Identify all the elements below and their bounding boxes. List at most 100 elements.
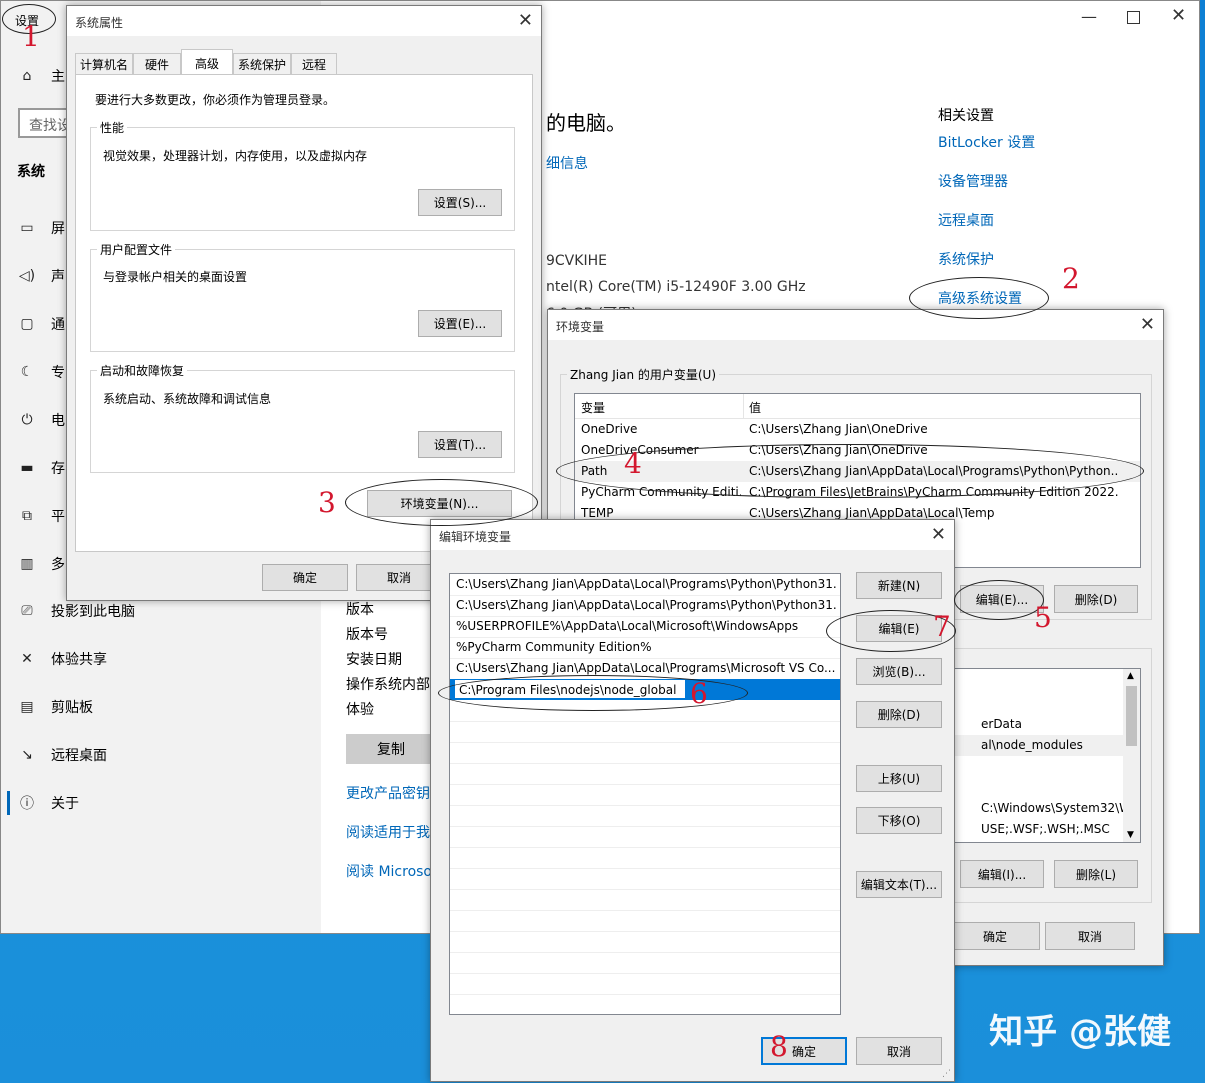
list-item[interactable] xyxy=(450,973,840,995)
details-link[interactable]: 细信息 xyxy=(546,153,588,173)
close-icon[interactable]: ✕ xyxy=(1171,5,1186,26)
settings-link[interactable]: 更改产品密钥 xyxy=(346,783,430,803)
sidebar-item[interactable]: ⓘ 关于 xyxy=(17,791,79,815)
cancel-button[interactable]: 取消 xyxy=(856,1037,942,1065)
startup-settings-button[interactable]: 设置(T)... xyxy=(418,431,502,458)
copy-button[interactable]: 复制 xyxy=(346,734,436,764)
minimize-icon[interactable]: — xyxy=(1081,7,1097,26)
list-item[interactable] xyxy=(450,721,840,743)
browse-button[interactable]: 浏览(B)... xyxy=(856,658,942,685)
group-label: 用户配置文件 xyxy=(97,241,176,258)
sidebar-item[interactable]: ◁) 声 xyxy=(17,264,65,288)
tab-advanced[interactable]: 高级 xyxy=(181,49,233,76)
sidebar-item[interactable]: ▬ 存 xyxy=(17,456,65,480)
list-item[interactable]: C:\Users\Zhang Jian\AppData\Local\Progra… xyxy=(450,595,840,617)
list-item[interactable] xyxy=(450,889,840,911)
list-item[interactable] xyxy=(450,763,840,785)
list-item[interactable] xyxy=(450,784,840,806)
tablet-icon: ⧉ xyxy=(22,508,32,524)
ok-button[interactable]: 确定 xyxy=(262,564,348,591)
move-down-button[interactable]: 下移(O) xyxy=(856,807,942,834)
sidebar-item[interactable]: ▢ 通 xyxy=(17,312,65,336)
settings-link[interactable]: 阅读 Microsof xyxy=(346,861,437,881)
table-row[interactable]: OneDriveConsumer C:\Users\Zhang Jian\OneD… xyxy=(575,440,1140,461)
list-item[interactable] xyxy=(450,742,840,764)
list-item[interactable] xyxy=(450,910,840,932)
close-icon[interactable]: ✕ xyxy=(931,524,946,545)
variable-name: PyCharm Community Editi... xyxy=(581,485,741,499)
list-item[interactable]: C:\Users\Zhang Jian\AppData\Local\Progra… xyxy=(450,658,840,680)
sidebar-item[interactable]: ▤ 剪贴板 xyxy=(17,695,93,719)
related-link[interactable]: 系统保护 xyxy=(938,249,994,269)
edit-user-variable-button[interactable]: 编辑(E)... xyxy=(960,585,1044,613)
list-item[interactable]: %USERPROFILE%\AppData\Local\Microsoft\Wi… xyxy=(450,616,840,638)
variable-value: C:\Windows\System32\Wb... xyxy=(981,801,1131,815)
dialog-titlebar: 系统属性 ✕ xyxy=(67,6,541,36)
edit-system-variable-button[interactable]: 编辑(I)... xyxy=(960,860,1044,888)
list-item[interactable] xyxy=(450,826,840,848)
sidebar-item[interactable]: ⎚ 投影到此电脑 xyxy=(17,599,135,623)
path-entries-list[interactable]: C:\Users\Zhang Jian\AppData\Local\Progra… xyxy=(449,573,841,1015)
list-item[interactable] xyxy=(450,952,840,974)
list-item[interactable] xyxy=(450,847,840,869)
related-link[interactable]: BitLocker 设置 xyxy=(938,132,1035,152)
path-entry-input[interactable]: C:\Program Files\nodejs\node_global xyxy=(454,679,686,699)
close-icon[interactable]: ✕ xyxy=(1140,314,1155,335)
group-desc: 视觉效果，处理器计划，内存使用，以及虚拟内存 xyxy=(103,149,368,163)
table-row[interactable]: PyCharm Community Editi... C:\Program Fil… xyxy=(575,482,1140,503)
edit-button[interactable]: 编辑(E) xyxy=(856,615,942,642)
environment-variables-button[interactable]: 环境变量(N)... xyxy=(367,490,512,517)
sidebar-item-home[interactable]: ⌂ 主 xyxy=(17,64,65,88)
sidebar-item[interactable]: ⧉ 平 xyxy=(17,504,65,528)
profile-settings-button[interactable]: 设置(E)... xyxy=(418,310,502,337)
scrollbar-thumb[interactable] xyxy=(1126,686,1137,746)
sidebar-item[interactable]: ↘ 远程桌面 xyxy=(17,743,107,767)
list-item[interactable] xyxy=(450,805,840,827)
tab-computer-name[interactable]: 计算机名 xyxy=(75,53,133,75)
related-link[interactable]: 远程桌面 xyxy=(938,210,994,230)
list-header: 变量 值 xyxy=(575,394,1140,419)
scroll-down-icon[interactable]: ▼ xyxy=(1127,830,1134,840)
list-item[interactable] xyxy=(450,994,840,1014)
sidebar-item[interactable]: ☾ 专 xyxy=(17,360,65,384)
variable-name: Path xyxy=(581,464,608,478)
scroll-up-icon[interactable]: ▲ xyxy=(1127,671,1134,681)
list-item-editing[interactable]: C:\Program Files\nodejs\node_global xyxy=(450,679,840,700)
edit-text-button[interactable]: 编辑文本(T)... xyxy=(856,871,942,898)
related-link[interactable]: 设备管理器 xyxy=(938,171,1008,191)
table-row[interactable]: Path C:\Users\Zhang Jian\AppData\Local\Pr… xyxy=(575,461,1140,482)
maximize-icon[interactable] xyxy=(1127,11,1140,24)
performance-settings-button[interactable]: 设置(S)... xyxy=(418,189,502,216)
tab-remote[interactable]: 远程 xyxy=(291,53,337,75)
settings-link[interactable]: 阅读适用于我 xyxy=(346,822,430,842)
annotation-number: 8 xyxy=(770,1030,788,1063)
table-row[interactable]: OneDrive C:\Users\Zhang Jian\OneDrive xyxy=(575,419,1140,440)
list-item[interactable]: C:\Users\Zhang Jian\AppData\Local\Progra… xyxy=(450,574,840,596)
sidebar-item[interactable]: ▥ 多 xyxy=(17,552,65,576)
list-item[interactable] xyxy=(450,868,840,890)
delete-system-variable-button[interactable]: 删除(L) xyxy=(1054,860,1138,888)
resize-grip-icon[interactable]: ⋰ xyxy=(942,1069,951,1079)
sidebar-section-title: 系统 xyxy=(17,164,45,180)
sidebar-item[interactable]: ⏻ 电 xyxy=(17,408,65,432)
list-item[interactable] xyxy=(450,700,840,722)
move-up-button[interactable]: 上移(U) xyxy=(856,765,942,792)
variable-name: OneDriveConsumer xyxy=(581,443,699,457)
related-link[interactable]: 高级系统设置 xyxy=(938,288,1022,308)
cancel-button[interactable]: 取消 xyxy=(1045,922,1135,950)
sidebar-item[interactable]: ▭ 屏 xyxy=(17,216,65,240)
delete-user-variable-button[interactable]: 删除(D) xyxy=(1054,585,1138,613)
notification-icon: ▢ xyxy=(20,316,34,332)
sidebar-item[interactable]: ✕ 体验共享 xyxy=(17,647,107,671)
ok-button[interactable]: 确定 xyxy=(950,922,1040,950)
remote-icon: ↘ xyxy=(21,747,33,763)
active-indicator xyxy=(7,791,10,815)
tab-hardware[interactable]: 硬件 xyxy=(133,53,181,75)
list-item[interactable]: %PyCharm Community Edition% xyxy=(450,637,840,659)
close-icon[interactable]: ✕ xyxy=(518,10,533,31)
scrollbar[interactable]: ▲ ▼ xyxy=(1123,669,1140,842)
new-button[interactable]: 新建(N) xyxy=(856,572,942,599)
tab-system-protection[interactable]: 系统保护 xyxy=(233,53,291,75)
list-item[interactable] xyxy=(450,931,840,953)
delete-button[interactable]: 删除(D) xyxy=(856,701,942,728)
